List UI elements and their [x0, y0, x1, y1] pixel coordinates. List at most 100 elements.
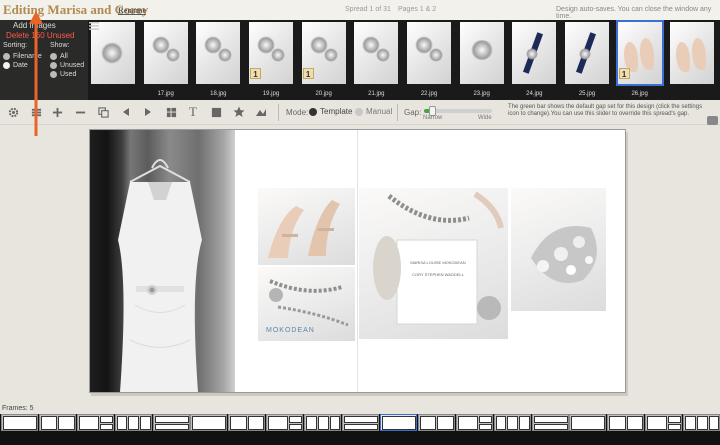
- show-option-all[interactable]: All: [50, 53, 68, 60]
- plus-icon[interactable]: [50, 105, 64, 119]
- page-spread[interactable]: MOKODEAN MARISA LOUISE MOKODEAN CORY STE…: [89, 129, 626, 393]
- square-icon[interactable]: [209, 105, 223, 119]
- minus-icon[interactable]: [73, 105, 87, 119]
- frame-layout-option[interactable]: [152, 414, 190, 431]
- show-option-label: Used: [60, 71, 77, 78]
- thumbnail-motif: [165, 48, 180, 62]
- frame-layout-option[interactable]: [342, 414, 380, 431]
- filmstrip-thumbnail[interactable]: [669, 20, 715, 100]
- frame-cell: [495, 416, 507, 430]
- thumbnail-image: [565, 22, 609, 84]
- frame-layout-option[interactable]: [114, 414, 152, 431]
- filmstrip-thumbnail[interactable]: [90, 20, 136, 100]
- gap-narrow-label: Narrow: [423, 115, 443, 121]
- image-filmstrip: 17.jpg 18.jpg 1 19.jpg 1 20.jpg 21.jpg 22.jpg 23…: [88, 20, 720, 100]
- rename-link[interactable]: Rename: [118, 6, 146, 15]
- shoes-photo[interactable]: [258, 188, 355, 265]
- thumbnail-motif: [692, 38, 707, 70]
- thumbnail-filename: 26.jpg: [631, 91, 648, 97]
- filmstrip-thumbnail[interactable]: 1 26.jpg: [615, 20, 664, 100]
- add-images-button[interactable]: Add Images: [13, 21, 56, 30]
- frame-layout-option[interactable]: [493, 414, 531, 431]
- filmstrip-thumbnail[interactable]: 1 20.jpg: [301, 20, 347, 100]
- mode-template-option[interactable]: Template: [309, 107, 352, 116]
- filmstrip-thumbnail[interactable]: 17.jpg: [143, 20, 189, 100]
- frame-layout-option[interactable]: [645, 414, 683, 431]
- arrow-right-icon[interactable]: [141, 105, 155, 119]
- frame-cell: [478, 423, 492, 430]
- frame-layout-option[interactable]: [417, 414, 455, 431]
- frame-layout-option[interactable]: [76, 414, 114, 431]
- filmstrip-thumbnail[interactable]: 18.jpg: [195, 20, 241, 100]
- star-icon[interactable]: [232, 105, 246, 119]
- frame-cell: [344, 416, 379, 423]
- frame-cell: [708, 416, 720, 430]
- sorting-option-date[interactable]: Date: [3, 62, 28, 69]
- frame-cell: [128, 416, 140, 430]
- bracelet-photo[interactable]: MOKODEAN: [258, 267, 355, 341]
- show-option-unused[interactable]: Unused: [50, 62, 84, 69]
- invitation-photo[interactable]: MARISA LOUISE MOKODEAN CORY STEPHEN WADD…: [359, 188, 508, 339]
- delete-unused-button[interactable]: Delete 160 Unused: [6, 31, 75, 40]
- thumbnail-image: [91, 22, 135, 84]
- image-sort-icon[interactable]: [254, 105, 268, 119]
- layout-grid-icon[interactable]: [164, 105, 178, 119]
- frame-cell: [685, 416, 696, 430]
- frame-cell: [457, 416, 478, 430]
- gear-icon[interactable]: [6, 105, 20, 119]
- filmstrip-thumbnail[interactable]: 22.jpg: [406, 20, 452, 100]
- frame-cell: [329, 416, 341, 430]
- frame-layout-option[interactable]: [683, 414, 720, 431]
- frame-layout-option[interactable]: [379, 414, 417, 431]
- filmstrip-thumbnail[interactable]: 1 19.jpg: [248, 20, 294, 100]
- thumbnail-image: [459, 22, 504, 84]
- filmstrip-thumbnail[interactable]: 23.jpg: [459, 20, 505, 100]
- radio-icon: [3, 53, 10, 60]
- thumbnail-motif: [526, 48, 539, 60]
- gap-slider[interactable]: [424, 106, 492, 116]
- frames-label: Frames: 5: [2, 405, 34, 412]
- frame-layout-option[interactable]: [228, 414, 266, 431]
- thumbnail-filename: 23.jpg: [473, 91, 490, 97]
- show-option-used[interactable]: Used: [50, 71, 76, 78]
- radio-icon: [355, 107, 363, 116]
- thumbnail-motif: [376, 48, 391, 62]
- gap-help-text: The green bar shows the default gap set …: [508, 104, 703, 117]
- filmstrip-thumbnail[interactable]: 25.jpg: [564, 20, 610, 100]
- frame-layout-option[interactable]: [190, 414, 228, 431]
- filmstrip-thumbnail[interactable]: 21.jpg: [353, 20, 399, 100]
- frame-layout-option[interactable]: [266, 414, 304, 431]
- frame-layout-option[interactable]: [569, 414, 607, 431]
- frame-cell: [116, 416, 128, 430]
- mode-template-label: Template: [320, 107, 353, 116]
- list-icon[interactable]: [29, 105, 43, 119]
- filmstrip-grid-icon[interactable]: [89, 21, 99, 31]
- thumbnail-motif: [579, 48, 591, 60]
- thumbnail-motif: [323, 48, 338, 62]
- chat-icon[interactable]: [707, 116, 718, 125]
- thumbnail-filename: 22.jpg: [420, 91, 438, 97]
- copy-icon[interactable]: [96, 105, 110, 119]
- frame-cell: [289, 416, 303, 423]
- frame-cell: [437, 416, 454, 430]
- frame-cell: [154, 423, 189, 430]
- mode-manual-option[interactable]: Manual: [355, 107, 392, 116]
- frame-layout-option[interactable]: [1, 414, 38, 431]
- filmstrip-thumbnail[interactable]: 24.jpg: [511, 20, 557, 100]
- frame-layout-option[interactable]: [38, 414, 76, 431]
- thumbnail-filename: 17.jpg: [157, 91, 174, 97]
- text-icon[interactable]: T: [186, 104, 200, 119]
- frame-cell: [381, 416, 416, 430]
- invitation-groom-name: CORY STEPHEN WADDELL: [412, 272, 464, 277]
- frame-cell: [99, 416, 113, 423]
- used-count-badge: 1: [618, 68, 630, 79]
- frame-layout-option[interactable]: [607, 414, 645, 431]
- brooch-photo[interactable]: [511, 188, 606, 311]
- frame-layout-option[interactable]: [531, 414, 569, 431]
- frame-layout-option[interactable]: [304, 414, 342, 431]
- frame-cell: [609, 416, 626, 430]
- dress-photo[interactable]: [90, 130, 235, 392]
- arrow-left-icon[interactable]: [119, 105, 133, 119]
- sorting-option-filename[interactable]: Filename: [3, 53, 42, 60]
- frame-layout-option[interactable]: [455, 414, 493, 431]
